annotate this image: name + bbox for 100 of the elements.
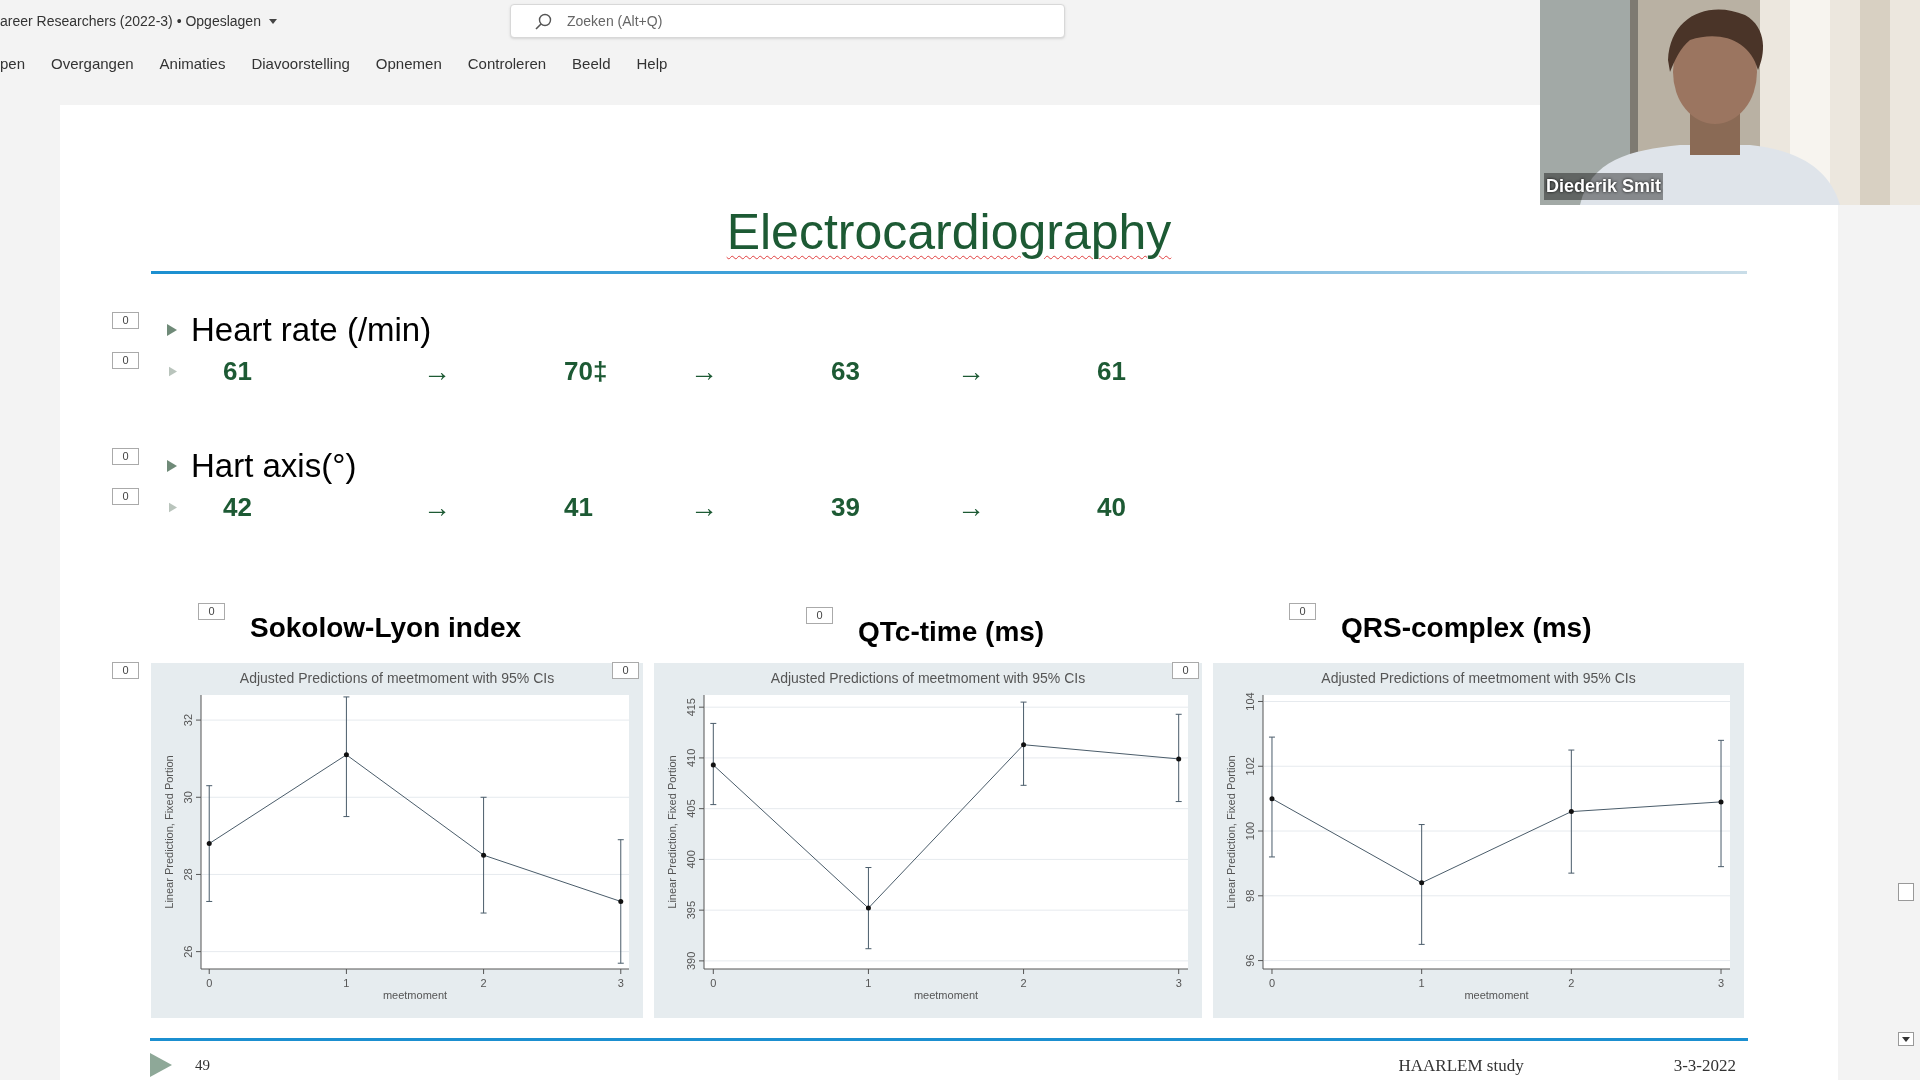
tick-label: 28 <box>182 868 194 881</box>
animation-marker[interactable]: 0 <box>112 662 139 679</box>
tick-label: 0 <box>710 976 717 989</box>
measurement-value: 61 <box>223 355 252 389</box>
bullet-icon <box>167 458 177 473</box>
measurement-value: 70‡ <box>564 355 608 389</box>
arrow-symbol: → <box>690 354 718 389</box>
tick-label: 2 <box>1568 976 1575 989</box>
participant-name: Diederik Smit <box>1544 173 1664 200</box>
ribbon-tab[interactable]: pen <box>0 53 26 76</box>
tick-label: 2 <box>1020 976 1027 989</box>
animation-marker[interactable]: 0 <box>198 602 225 620</box>
data-point <box>618 898 624 904</box>
animation-marker[interactable]: 0 <box>112 352 139 370</box>
tick-label: 100 <box>1244 821 1256 841</box>
ribbon-tab[interactable]: Beeld <box>572 53 611 76</box>
tick-label: 32 <box>182 713 194 727</box>
tick-label: 1 <box>343 976 350 989</box>
search-field[interactable]: Zoeken (Alt+Q) <box>510 4 1065 38</box>
data-point <box>481 852 487 858</box>
axis-title: Linear Prediction, Fixed Portion <box>163 755 175 909</box>
measurement-value: 63 <box>831 355 860 389</box>
search-input[interactable]: Zoeken (Alt+Q) <box>567 10 967 32</box>
animation-marker[interactable]: 0 <box>112 488 139 506</box>
axis-title: meetmoment <box>913 988 979 1001</box>
measurement-value: 39 <box>831 491 860 525</box>
data-point <box>206 841 212 846</box>
chart-title: Adjusted Predictions of meetmoment with 95% CIs <box>239 669 555 686</box>
search-icon <box>535 12 552 30</box>
tick-label: 2 <box>480 976 487 989</box>
data-point <box>1269 796 1275 802</box>
measurement-value: 41 <box>564 491 593 525</box>
tick-label: 30 <box>182 791 194 804</box>
tick-label: 3 <box>1717 976 1725 989</box>
bullet-icon <box>169 366 177 378</box>
data-point <box>343 752 349 758</box>
tick-label: 104 <box>1244 692 1256 711</box>
arrow-symbol: → <box>423 354 451 389</box>
tick-label: 0 <box>1268 976 1276 989</box>
slide-title: Electrocardiography <box>726 203 1172 262</box>
tick-label: 405 <box>685 799 697 818</box>
data-point <box>1568 809 1574 814</box>
document-title: areer Researchers (2022-3) • Opgeslagen <box>0 11 261 31</box>
axis-title: Linear Prediction, Fixed Portion <box>666 755 678 909</box>
arrow-symbol: → <box>690 490 718 525</box>
arrow-symbol: → <box>957 354 985 389</box>
tick-label: 3 <box>1175 976 1182 989</box>
chart-heading: Sokolow-Lyon index <box>250 610 522 645</box>
tick-label: 98 <box>1244 889 1256 902</box>
section-heading: Hart axis(°) <box>191 446 357 487</box>
animation-marker[interactable]: 0 <box>112 312 139 330</box>
measurement-value: 61 <box>1097 355 1126 389</box>
chart-heading: QTc-time (ms) <box>858 614 1045 649</box>
tick-label: 390 <box>685 951 697 970</box>
ribbon-tab[interactable]: Diavoorstelling <box>251 53 350 76</box>
chart-title: Adjusted Predictions of meetmoment with 95% CIs <box>770 669 1086 686</box>
tick-label: 26 <box>182 945 194 958</box>
tick-label: 102 <box>1244 757 1256 776</box>
chart-title: Adjusted Predictions of meetmoment with 95% CIs <box>1321 669 1636 686</box>
animation-marker[interactable]: 0 <box>806 606 833 624</box>
bullet-icon <box>167 322 177 337</box>
data-point <box>1419 880 1425 886</box>
tick-label: 96 <box>1244 954 1256 967</box>
animation-marker[interactable]: 0 <box>112 448 139 466</box>
tick-label: 1 <box>1418 976 1425 989</box>
ribbon-tab[interactable]: Opnemen <box>375 53 442 76</box>
animation-marker[interactable]: 0 <box>1289 602 1316 620</box>
tick-label: 415 <box>685 697 697 717</box>
ribbon-tab[interactable]: Controleren <box>467 53 547 76</box>
axis-title: meetmoment <box>382 988 448 1001</box>
tick-label: 1 <box>865 976 872 989</box>
animation-marker[interactable]: 0 <box>1172 662 1199 679</box>
ribbon-tab[interactable]: Animaties <box>159 53 226 76</box>
data-point <box>865 905 871 911</box>
measurement-value: 40 <box>1097 491 1126 525</box>
data-point <box>1176 756 1182 762</box>
data-point <box>710 762 716 768</box>
data-point <box>1718 799 1724 805</box>
dropdown-caret-icon[interactable] <box>268 18 277 24</box>
ribbon-tab[interactable]: Overgangen <box>51 53 134 76</box>
arrow-symbol: → <box>957 490 985 525</box>
tick-label: 395 <box>685 900 697 920</box>
data-point <box>1021 742 1027 748</box>
tick-label: 400 <box>685 850 697 869</box>
footer-text: HAARLEM study <box>1398 1054 1524 1077</box>
section-heading: Heart rate (/min) <box>191 310 432 351</box>
axis-title: meetmoment <box>1464 988 1529 1001</box>
axis-title: Linear Prediction, Fixed Portion <box>1225 755 1237 909</box>
ribbon-tab[interactable]: Help <box>636 53 668 76</box>
scroll-down-icon[interactable] <box>1898 1032 1914 1046</box>
arrow-symbol: → <box>423 490 451 525</box>
bullet-icon <box>169 502 177 514</box>
slide-number: 49 <box>195 1056 210 1076</box>
tick-label: 410 <box>685 748 697 767</box>
chart-heading: QRS-complex (ms) <box>1341 610 1592 645</box>
play-icon[interactable] <box>150 1053 172 1078</box>
animation-marker[interactable]: 0 <box>612 662 639 679</box>
measurement-value: 42 <box>223 491 252 525</box>
scrollbar-thumb[interactable] <box>1898 883 1914 901</box>
tick-label: 0 <box>206 976 213 989</box>
